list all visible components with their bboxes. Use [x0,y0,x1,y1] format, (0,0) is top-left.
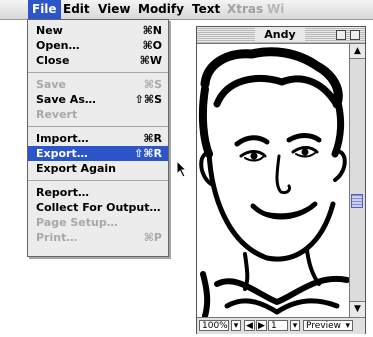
menu-item-open[interactable]: Open… ⌘O [28,38,168,53]
file-menu: New ⌘N Open… ⌘O Close ⌘W Save ⌘S Save As… [27,19,169,257]
menu-modify[interactable]: Modify [134,0,188,19]
menu-item-shortcut: ⌘N [142,24,162,37]
page-menu-arrow-icon[interactable]: ▾ [290,320,300,331]
menu-item-shortcut: ⇧⌘R [134,147,162,160]
menu-view[interactable]: View [94,0,134,19]
menu-xtras[interactable]: Xtras [223,0,267,19]
menu-item-print[interactable]: Print… ⌘P [28,230,168,245]
menu-item-save-as[interactable]: Save As… ⇧⌘S [28,92,168,107]
menu-item-label: Page Setup… [36,216,118,229]
view-mode-label: Preview [306,321,342,331]
scroll-down-arrow-icon[interactable]: ▼ [350,301,365,317]
menu-item-label: Export Again [36,162,116,175]
document-window: Andy ▲ ▼ 100% ▾ ◀ ▶ 1 ▾ Preview ▾ [196,26,366,334]
zoom-box-icon[interactable] [336,30,346,40]
menu-item-export[interactable]: Export… ⇧⌘R [28,146,168,161]
menu-item-label: Import… [36,132,89,145]
menu-item-page-setup[interactable]: Page Setup… [28,215,168,230]
menu-item-collect-for-output[interactable]: Collect For Output… [28,200,168,215]
menu-file[interactable]: File [28,0,61,19]
menu-item-report[interactable]: Report… [28,185,168,200]
menu-item-label: New [36,24,63,37]
menu-item-shortcut: ⌘P [143,231,162,244]
caricature-drawing [198,47,349,317]
menu-edit[interactable]: Edit [59,0,94,19]
menu-separator [28,126,168,127]
menu-item-shortcut: ⌘R [143,132,162,145]
menu-item-label: Save [36,78,66,91]
view-mode-arrow-icon: ▾ [345,321,350,331]
menu-item-label: Report… [36,186,90,199]
view-mode-select[interactable]: Preview ▾ [303,320,353,331]
menu-item-label: Save As… [36,93,96,106]
status-bar: 100% ▾ ◀ ▶ 1 ▾ Preview ▾ [197,317,365,334]
menu-bar: File Edit View Modify Text Xtras Wi [0,0,373,20]
menu-item-save[interactable]: Save ⌘S [28,77,168,92]
menu-item-shortcut: ⌘S [143,78,162,91]
zoom-menu-arrow-icon[interactable]: ▾ [231,320,241,331]
prev-page-icon[interactable]: ◀ [244,320,255,331]
menu-item-label: Export… [36,147,88,160]
menu-item-shortcut: ⌘W [139,54,162,67]
scroll-thumb[interactable] [351,194,363,208]
menu-separator [28,180,168,181]
menu-item-label: Revert [36,108,78,121]
menu-item-new[interactable]: New ⌘N [28,23,168,38]
next-page-icon[interactable]: ▶ [256,320,267,331]
menu-item-revert[interactable]: Revert [28,107,168,122]
menu-item-close[interactable]: Close ⌘W [28,53,168,68]
window-title-bar[interactable]: Andy [197,27,365,44]
menu-item-shortcut: ⇧⌘S [134,93,162,106]
menu-item-export-again[interactable]: Export Again [28,161,168,176]
menu-separator [28,72,168,73]
vertical-scrollbar[interactable]: ▲ ▼ [349,44,365,317]
scroll-up-arrow-icon[interactable]: ▲ [350,44,365,59]
page-number-field[interactable]: 1 [268,320,288,331]
menu-item-shortcut: ⌘O [142,39,162,52]
menu-item-label: Close [36,54,70,67]
menu-item-import[interactable]: Import… ⌘R [28,131,168,146]
menu-text[interactable]: Text [188,0,224,19]
menu-item-label: Print… [36,231,78,244]
menu-window[interactable]: Wi [263,0,288,19]
mouse-pointer-icon [176,159,188,182]
collapse-box-icon[interactable] [350,30,360,40]
menu-item-label: Collect For Output… [36,201,161,214]
menu-item-label: Open… [36,39,80,52]
zoom-field[interactable]: 100% [199,320,229,331]
drawing-canvas[interactable] [197,44,349,317]
window-title: Andy [255,28,305,42]
